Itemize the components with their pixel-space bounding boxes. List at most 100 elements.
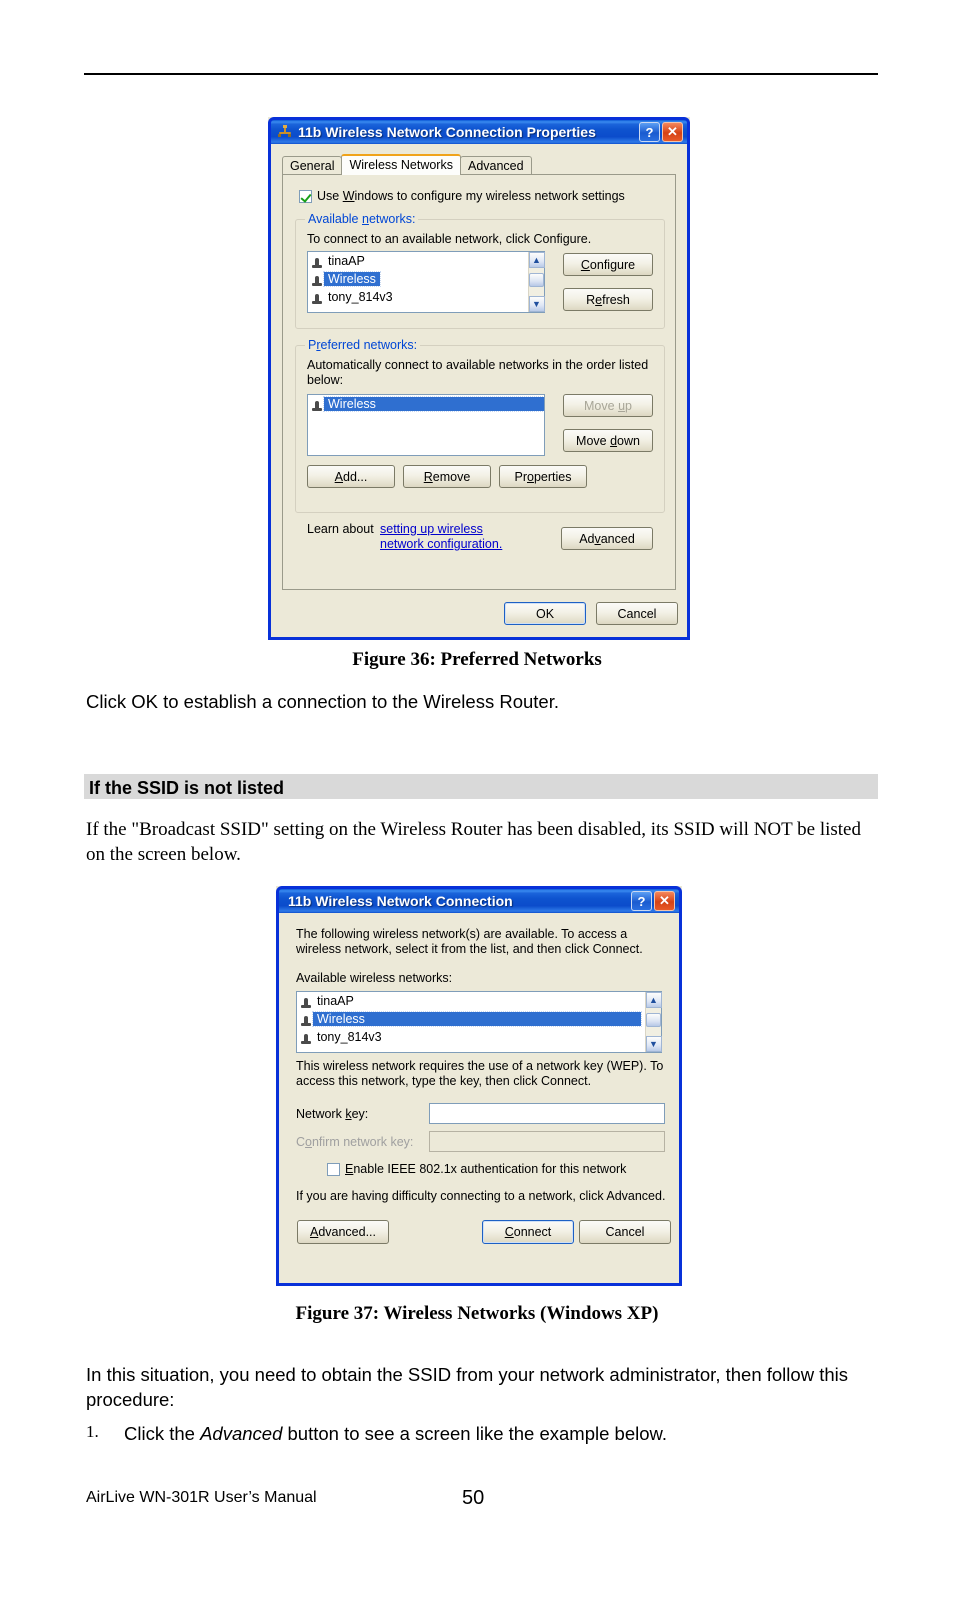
network-key-input[interactable] bbox=[429, 1103, 665, 1124]
access-point-icon bbox=[301, 1031, 311, 1044]
checkbox-box bbox=[299, 189, 312, 203]
cancel-button-label: Cancel bbox=[605, 1225, 645, 1239]
access-point-icon bbox=[312, 255, 322, 268]
properties-button[interactable]: Properties bbox=[499, 465, 587, 488]
page-top-rule bbox=[84, 73, 878, 75]
available-networks-group-label: Available networks: bbox=[305, 212, 419, 226]
configure-button-label: Configure bbox=[580, 257, 636, 272]
cancel-button[interactable]: Cancel bbox=[596, 602, 678, 625]
help-button[interactable]: ? bbox=[631, 891, 652, 911]
connect-button[interactable]: Connect bbox=[482, 1220, 574, 1244]
add-button[interactable]: Add... bbox=[307, 465, 395, 488]
list-item-number: 1. bbox=[86, 1422, 99, 1441]
cancel-button[interactable]: Cancel bbox=[579, 1220, 671, 1244]
list-item[interactable]: Wireless bbox=[308, 270, 544, 288]
preferred-networks-hint: Automatically connect to available netwo… bbox=[307, 358, 649, 387]
list-item[interactable]: tony_814v3 bbox=[297, 1028, 661, 1046]
dialog1-tabpage: Use Windows to configure my wireless net… bbox=[282, 174, 676, 590]
available-networks-scrollbar[interactable]: ▲ ▼ bbox=[528, 252, 545, 312]
move-up-button-label: Move up bbox=[584, 398, 632, 413]
tab-advanced[interactable]: Advanced bbox=[459, 156, 532, 175]
configure-button[interactable]: Configure bbox=[563, 253, 653, 276]
use-windows-checkbox[interactable]: Use Windows to configure my wireless net… bbox=[299, 189, 625, 203]
scrollbar-thumb[interactable] bbox=[646, 1013, 661, 1027]
network-key-label: Network key: bbox=[296, 1107, 369, 1121]
access-point-icon bbox=[312, 398, 322, 411]
help-button[interactable]: ? bbox=[639, 122, 660, 142]
confirm-network-key-label: Confirm network key: bbox=[296, 1135, 414, 1149]
list-item-label: Wireless bbox=[323, 396, 544, 412]
checkbox-box bbox=[327, 1162, 340, 1176]
list-item[interactable]: Wireless bbox=[297, 1010, 661, 1028]
tab-wireless-networks-label: Wireless Networks bbox=[349, 158, 453, 172]
cancel-button-label: Cancel bbox=[617, 606, 657, 621]
figure-37-caption: Figure 37: Wireless Networks (Windows XP… bbox=[295, 1303, 659, 1324]
confirm-network-key-input[interactable] bbox=[429, 1131, 665, 1152]
scrollbar-thumb[interactable] bbox=[529, 273, 544, 287]
available-wireless-networks-label: Available wireless networks: bbox=[296, 971, 453, 985]
scroll-up-icon[interactable]: ▲ bbox=[645, 992, 662, 1008]
dialog1-body: General Wireless Networks Advanced Use W… bbox=[268, 144, 690, 640]
para-in-this-situation: In this situation, you need to obtain th… bbox=[86, 1364, 848, 1410]
section-heading-ssid-not-listed: If the SSID is not listed bbox=[84, 774, 878, 799]
list-item-label: tinaAP bbox=[317, 994, 354, 1008]
scroll-up-icon[interactable]: ▲ bbox=[528, 252, 545, 268]
advanced-button-label: Advanced bbox=[579, 531, 635, 546]
remove-button-label: Remove bbox=[423, 469, 471, 484]
scroll-down-icon[interactable]: ▼ bbox=[528, 296, 545, 312]
tab-advanced-label: Advanced bbox=[467, 159, 524, 173]
tab-general[interactable]: General bbox=[282, 156, 343, 175]
network-connection-icon bbox=[277, 124, 293, 140]
para-broadcast-ssid: If the "Broadcast SSID" setting on the W… bbox=[86, 819, 861, 866]
move-up-button[interactable]: Move up bbox=[563, 394, 653, 417]
refresh-button[interactable]: Refresh bbox=[563, 288, 653, 311]
dialog2-intro: The following wireless network(s) are av… bbox=[296, 927, 643, 956]
list-item[interactable]: tinaAP bbox=[297, 992, 661, 1010]
list-item-label: tony_814v3 bbox=[328, 290, 393, 304]
dialog1-title: 11b Wireless Network Connection Properti… bbox=[298, 124, 596, 140]
close-icon[interactable]: ✕ bbox=[662, 122, 683, 142]
connect-button-label: Connect bbox=[504, 1225, 552, 1239]
refresh-button-label: Refresh bbox=[586, 292, 630, 307]
available-networks-list[interactable]: tinaAP Wireless tony_814v3 bbox=[307, 251, 545, 313]
access-point-icon bbox=[312, 291, 322, 304]
setting-up-wireless-network-configuration-link[interactable]: setting up wireless network configuratio… bbox=[380, 522, 530, 552]
learn-about-prefix: Learn about bbox=[307, 522, 374, 536]
properties-button-label: Properties bbox=[514, 469, 572, 484]
ok-button[interactable]: OK bbox=[504, 602, 586, 625]
remove-button[interactable]: Remove bbox=[403, 465, 491, 488]
scroll-down-icon[interactable]: ▼ bbox=[645, 1036, 662, 1052]
footer-manual-name: AirLive WN-301R User’s Manual bbox=[86, 1489, 317, 1506]
move-down-button[interactable]: Move down bbox=[563, 429, 653, 452]
list-item-label: tinaAP bbox=[328, 254, 365, 268]
list-item[interactable]: tony_814v3 bbox=[308, 288, 544, 306]
preferred-networks-list[interactable]: Wireless bbox=[307, 394, 545, 456]
tab-wireless-networks[interactable]: Wireless Networks bbox=[341, 154, 461, 175]
available-wireless-networks-list[interactable]: tinaAP Wireless tony_814v3 bbox=[296, 991, 662, 1053]
available-networks-hint: To connect to an available network, clic… bbox=[307, 232, 592, 246]
list-item[interactable]: tinaAP bbox=[308, 252, 544, 270]
figure-36-caption: Figure 36: Preferred Networks bbox=[352, 649, 602, 670]
access-point-icon bbox=[312, 273, 322, 286]
dialog1-tabstrip: General Wireless Networks Advanced bbox=[282, 154, 532, 175]
dialog2-title: 11b Wireless Network Connection bbox=[288, 893, 513, 909]
list-item-label: tony_814v3 bbox=[317, 1030, 382, 1044]
move-down-button-label: Move down bbox=[576, 433, 640, 448]
advanced-button[interactable]: Advanced... bbox=[297, 1220, 389, 1244]
footer-page-number: 50 bbox=[462, 1487, 485, 1509]
dialog1-titlebar[interactable]: 11b Wireless Network Connection Properti… bbox=[268, 117, 690, 144]
advanced-button[interactable]: Advanced bbox=[561, 527, 653, 550]
dialog2-titlebar[interactable]: 11b Wireless Network Connection ? ✕ bbox=[276, 886, 682, 913]
add-button-label: Add... bbox=[334, 469, 368, 484]
close-icon[interactable]: ✕ bbox=[654, 891, 675, 911]
use-windows-checkbox-label: Use Windows to configure my wireless net… bbox=[317, 189, 625, 203]
advanced-button-label: Advanced... bbox=[309, 1225, 377, 1239]
wireless-network-connection-dialog: 11b Wireless Network Connection ? ✕ The … bbox=[276, 886, 682, 1286]
wireless-network-connection-properties-dialog: 11b Wireless Network Connection Properti… bbox=[268, 117, 690, 640]
ok-button-label: OK bbox=[535, 606, 555, 621]
wep-note: This wireless network requires the use o… bbox=[296, 1059, 664, 1088]
list-item[interactable]: Wireless bbox=[308, 395, 544, 413]
tab-general-label: General bbox=[290, 159, 335, 173]
available-wireless-networks-scrollbar[interactable]: ▲ ▼ bbox=[645, 992, 662, 1052]
enable-8021x-checkbox[interactable]: Enable IEEE 802.1x authentication for th… bbox=[327, 1162, 626, 1176]
